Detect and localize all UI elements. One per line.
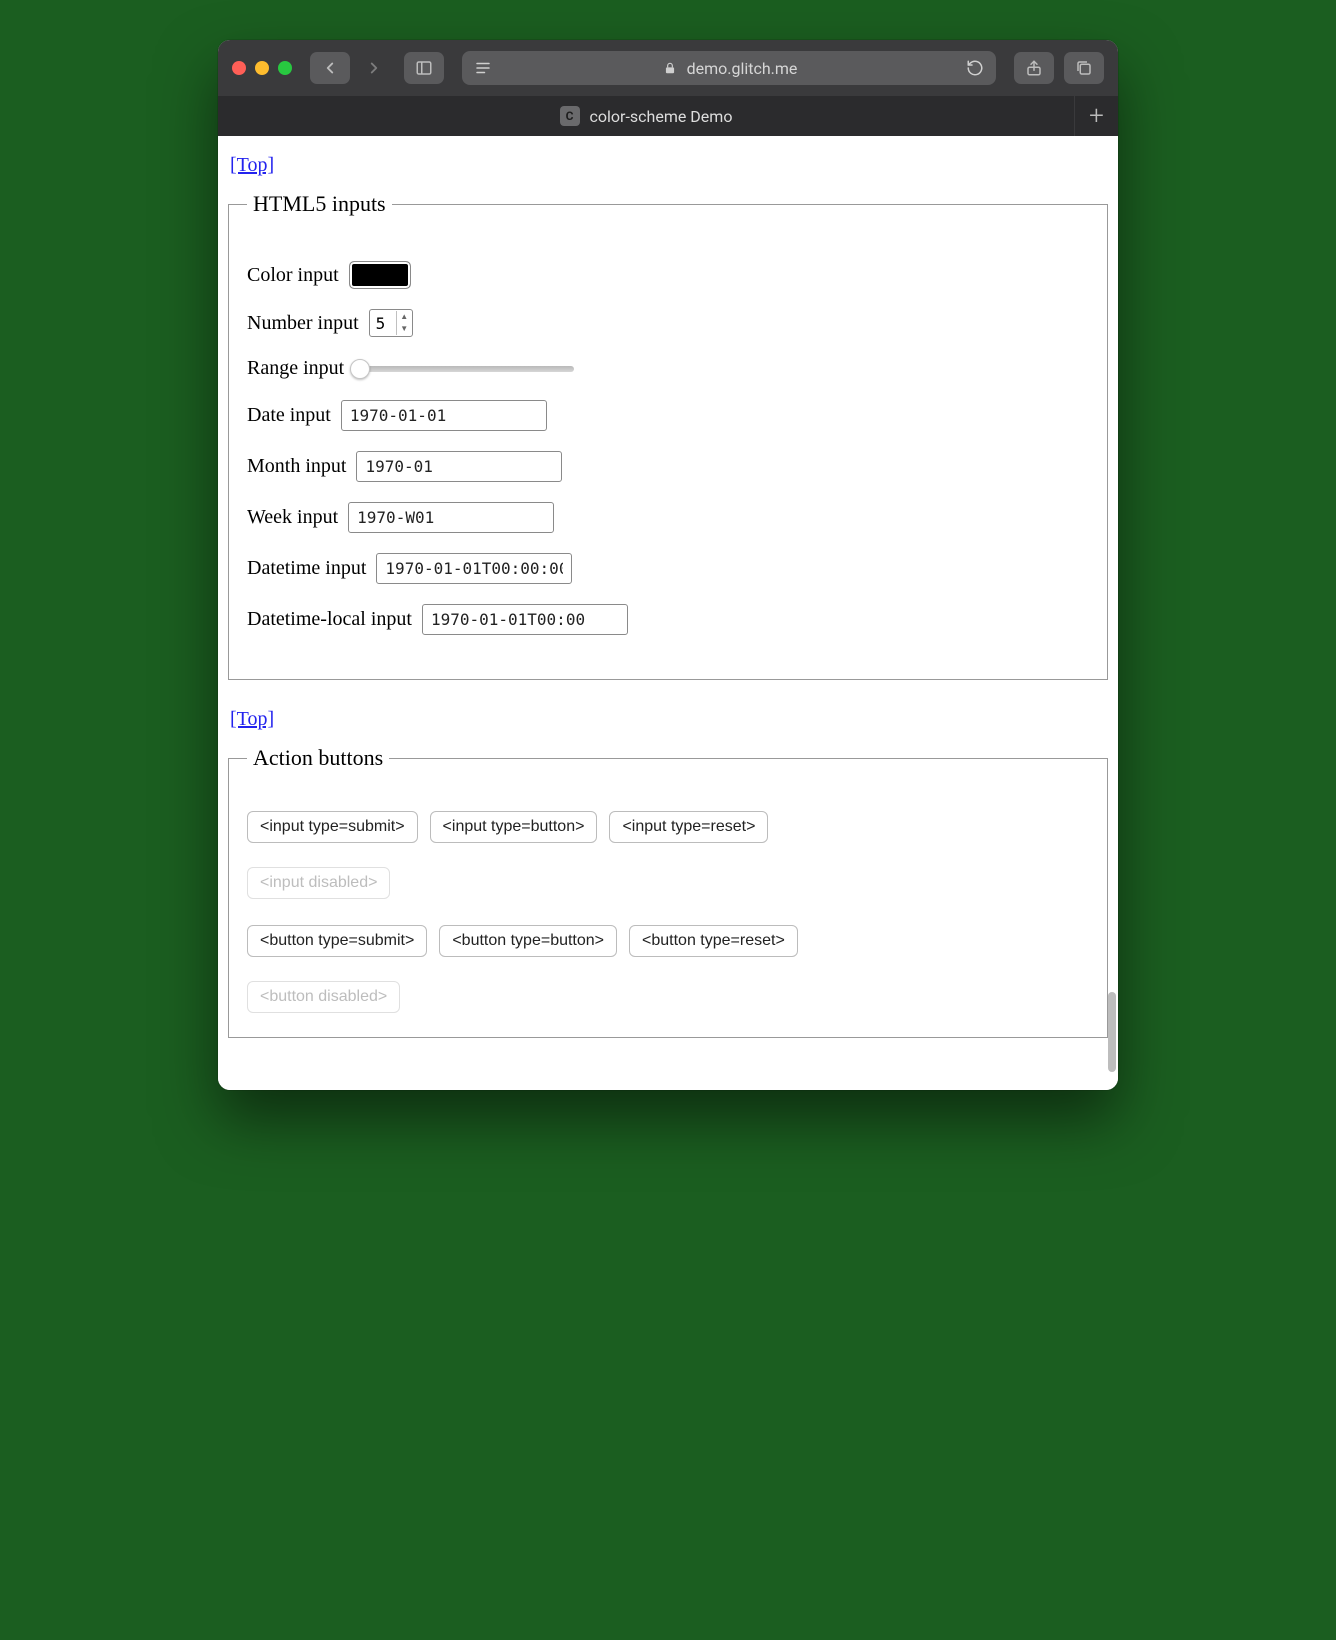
week-input[interactable] — [348, 502, 554, 533]
input-button-row: <input type=submit> <input type=button> … — [247, 811, 1089, 899]
tabs-overview-button[interactable] — [1064, 52, 1104, 84]
color-input-label: Color input — [247, 264, 339, 287]
window-controls — [232, 61, 292, 75]
number-input[interactable] — [370, 314, 396, 333]
fieldset-html5-inputs: HTML5 inputs Color input Number input ▲ … — [228, 191, 1108, 680]
page-content: [Top] HTML5 inputs Color input Number in… — [218, 136, 1118, 1090]
date-input-label: Date input — [247, 404, 331, 427]
tab-strip: C color-scheme Demo + — [218, 96, 1118, 136]
number-input-wrapper: ▲ ▼ — [369, 309, 413, 337]
input-submit-button[interactable]: <input type=submit> — [247, 811, 418, 843]
input-button-button[interactable]: <input type=button> — [430, 811, 598, 843]
back-button[interactable] — [310, 52, 350, 84]
number-step-up-icon[interactable]: ▲ — [397, 311, 412, 323]
button-row: <button type=submit> <button type=button… — [247, 925, 1089, 1013]
nav-buttons — [310, 52, 394, 84]
tabs-icon — [1075, 59, 1093, 77]
legend-action-buttons: Action buttons — [247, 745, 389, 771]
new-tab-button[interactable]: + — [1074, 96, 1118, 136]
top-link-2[interactable]: [Top] — [230, 708, 274, 731]
legend-html5-inputs: HTML5 inputs — [247, 191, 392, 217]
minimize-window-button[interactable] — [255, 61, 269, 75]
range-thumb[interactable] — [350, 359, 370, 379]
button-button-button[interactable]: <button type=button> — [439, 925, 617, 957]
chevron-right-icon — [365, 59, 383, 77]
datetime-input-label: Datetime input — [247, 557, 366, 580]
browser-window: demo.glitch.me C color-scheme Demo + [To… — [218, 40, 1118, 1090]
tab-title: color-scheme Demo — [590, 107, 733, 126]
scrollbar-thumb[interactable] — [1108, 992, 1116, 1072]
favicon-icon: C — [560, 106, 580, 126]
button-reset-button[interactable]: <button type=reset> — [629, 925, 798, 957]
address-bar[interactable]: demo.glitch.me — [462, 51, 996, 85]
number-input-label: Number input — [247, 312, 359, 335]
datetime-local-input[interactable] — [422, 604, 628, 635]
reload-button[interactable] — [966, 59, 984, 77]
week-input-label: Week input — [247, 506, 338, 529]
month-input-label: Month input — [247, 455, 346, 478]
input-reset-button[interactable]: <input type=reset> — [609, 811, 768, 843]
datetime-input[interactable] — [376, 553, 572, 584]
titlebar: demo.glitch.me — [218, 40, 1118, 96]
color-input[interactable] — [349, 261, 411, 289]
chevron-left-icon — [321, 59, 339, 77]
date-input[interactable] — [341, 400, 547, 431]
lock-icon — [663, 61, 677, 75]
button-submit-button[interactable]: <button type=submit> — [247, 925, 427, 957]
url-text: demo.glitch.me — [687, 59, 798, 78]
share-button[interactable] — [1014, 52, 1054, 84]
button-disabled-button: <button disabled> — [247, 981, 400, 1013]
top-link[interactable]: [Top] — [230, 154, 274, 177]
month-input[interactable] — [356, 451, 562, 482]
range-input-label: Range input — [247, 357, 344, 380]
reader-mode-icon[interactable] — [474, 59, 492, 77]
zoom-window-button[interactable] — [278, 61, 292, 75]
tab-active[interactable]: C color-scheme Demo — [218, 96, 1074, 136]
number-step-down-icon[interactable]: ▼ — [397, 323, 412, 335]
input-disabled-button: <input disabled> — [247, 867, 390, 899]
datetime-local-input-label: Datetime-local input — [247, 608, 412, 631]
forward-button[interactable] — [354, 52, 394, 84]
share-icon — [1025, 59, 1043, 77]
fieldset-action-buttons: Action buttons <input type=submit> <inpu… — [228, 745, 1108, 1038]
range-track — [354, 366, 574, 372]
close-window-button[interactable] — [232, 61, 246, 75]
sidebar-icon — [415, 59, 433, 77]
number-stepper: ▲ ▼ — [396, 311, 412, 335]
range-input[interactable] — [354, 359, 574, 379]
sidebar-button[interactable] — [404, 52, 444, 84]
